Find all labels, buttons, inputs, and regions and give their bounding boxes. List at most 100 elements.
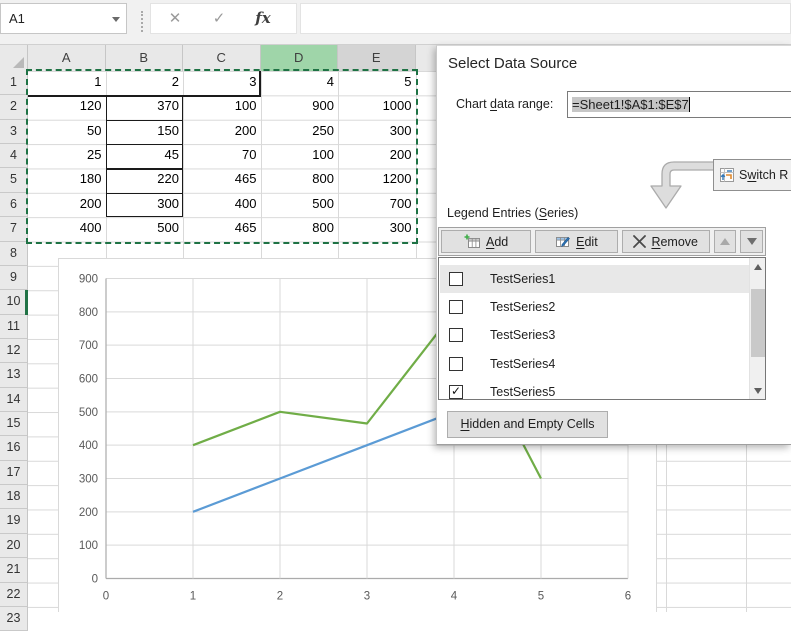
- series-checkbox-TestSeries3[interactable]: [449, 328, 463, 342]
- series-checkbox-TestSeries2[interactable]: [449, 300, 463, 314]
- series-checkbox-TestSeries4[interactable]: [449, 357, 463, 371]
- svg-text:3: 3: [364, 591, 370, 603]
- series-listbox: TestSeries1TestSeries2TestSeries3 TestSer…: [438, 257, 766, 400]
- hidden-and-empty-cells-button[interactable]: Hidden and Empty Cells: [447, 411, 608, 438]
- cell-E6[interactable]: 700: [338, 193, 416, 217]
- edit-series-button[interactable]: Edit: [535, 230, 617, 253]
- row-header-6[interactable]: 6: [0, 193, 28, 217]
- row-header-5[interactable]: 5: [0, 168, 28, 192]
- svg-text:6: 6: [625, 591, 631, 603]
- series-list-item-TestSeries3[interactable]: TestSeries3: [440, 321, 750, 349]
- row-header-7[interactable]: 7: [0, 217, 28, 241]
- cell-C4[interactable]: 70: [183, 144, 261, 168]
- name-box[interactable]: A1: [0, 3, 127, 34]
- row-header-8[interactable]: 8: [0, 242, 28, 266]
- column-header-E[interactable]: E: [338, 45, 416, 71]
- cell-A4[interactable]: 25: [28, 144, 106, 168]
- column-header-C[interactable]: C: [183, 45, 261, 71]
- cell-C7[interactable]: 465: [183, 217, 261, 241]
- cell-A7[interactable]: 400: [28, 217, 106, 241]
- row-header-17[interactable]: 17: [0, 461, 28, 485]
- row-header-22[interactable]: 22: [0, 583, 28, 607]
- up-arrow-icon: [720, 238, 730, 245]
- remove-x-icon: [633, 235, 646, 248]
- switch-row-column-button[interactable]: Switch R: [713, 159, 791, 191]
- cell-A5[interactable]: 180: [28, 168, 106, 192]
- cell-E3[interactable]: 300: [338, 120, 416, 144]
- cell-A1[interactable]: 1: [28, 71, 106, 95]
- scroll-down-icon: [754, 388, 762, 394]
- cell-E2[interactable]: 1000: [338, 95, 416, 119]
- row-header-19[interactable]: 19: [0, 509, 28, 533]
- series-list-item-TestSeries4[interactable]: TestSeries4: [440, 350, 750, 378]
- cell-E7[interactable]: 300: [338, 217, 416, 241]
- row-header-13[interactable]: 13: [0, 363, 28, 387]
- svg-text:800: 800: [79, 307, 98, 319]
- cell-A6[interactable]: 200: [28, 193, 106, 217]
- row-header-1[interactable]: 1: [0, 71, 28, 95]
- series-checkbox-TestSeries1[interactable]: [449, 272, 463, 286]
- cell-C3[interactable]: 200: [183, 120, 261, 144]
- row-header-16[interactable]: 16: [0, 436, 28, 460]
- cell-D5[interactable]: 800: [261, 168, 339, 192]
- cell-B1[interactable]: 2: [106, 71, 184, 95]
- listbox-scrollbar[interactable]: [749, 258, 765, 399]
- row-header-3[interactable]: 3: [0, 120, 28, 144]
- row-header-20[interactable]: 20: [0, 534, 28, 558]
- chart-data-range-input[interactable]: =Sheet1!$A$1:$E$7: [567, 91, 791, 118]
- add-series-button[interactable]: Add: [441, 230, 531, 253]
- scroll-up-button[interactable]: [750, 258, 766, 275]
- row-header-9[interactable]: 9: [0, 266, 28, 290]
- svg-text:1: 1: [190, 591, 196, 603]
- enter-icon[interactable]: ✓: [207, 9, 231, 27]
- remove-series-button[interactable]: Remove: [622, 230, 710, 253]
- scroll-down-button[interactable]: [750, 382, 766, 399]
- series-list-item-TestSeries2[interactable]: TestSeries2: [440, 293, 750, 321]
- cancel-icon[interactable]: ✕: [163, 9, 187, 27]
- move-series-down-button[interactable]: [740, 230, 763, 253]
- formula-buttons-panel: ✕ ✓ fx: [150, 3, 297, 34]
- cell-D3[interactable]: 250: [261, 120, 339, 144]
- row-header-18[interactable]: 18: [0, 485, 28, 509]
- cell-A3[interactable]: 50: [28, 120, 106, 144]
- cell-C1[interactable]: 3: [183, 71, 261, 95]
- scrollbar-thumb[interactable]: [751, 289, 765, 357]
- series-list-item-TestSeries5[interactable]: ✓TestSeries5: [440, 378, 750, 400]
- cell-E1[interactable]: 5: [338, 71, 416, 95]
- cell-E4[interactable]: 200: [338, 144, 416, 168]
- move-series-up-button[interactable]: [714, 230, 737, 253]
- svg-text:400: 400: [79, 440, 98, 452]
- name-box-value: A1: [9, 11, 25, 26]
- row-header-4[interactable]: 4: [0, 144, 28, 168]
- cell-C5[interactable]: 465: [183, 168, 261, 192]
- cell-D1[interactable]: 4: [261, 71, 339, 95]
- row-header-10[interactable]: 10: [0, 290, 28, 314]
- series-list-item-TestSeries1[interactable]: TestSeries1: [440, 265, 750, 293]
- svg-text:200: 200: [79, 507, 98, 519]
- column-header-A[interactable]: A: [28, 45, 106, 71]
- select-all-corner[interactable]: [0, 45, 28, 71]
- row-header-14[interactable]: 14: [0, 388, 28, 412]
- cell-D2[interactable]: 900: [261, 95, 339, 119]
- cell-B7[interactable]: 500: [106, 217, 184, 241]
- cell-D4[interactable]: 100: [261, 144, 339, 168]
- row-header-2[interactable]: 2: [0, 95, 28, 119]
- column-header-B[interactable]: B: [106, 45, 184, 71]
- cell-D6[interactable]: 500: [261, 193, 339, 217]
- row-header-23[interactable]: 23: [0, 607, 28, 631]
- cell-C6[interactable]: 400: [183, 193, 261, 217]
- name-box-dropdown-icon[interactable]: [112, 17, 120, 22]
- series-checkbox-TestSeries5[interactable]: ✓: [449, 385, 463, 399]
- row-header-12[interactable]: 12: [0, 339, 28, 363]
- insert-function-icon[interactable]: fx: [251, 9, 275, 27]
- row-header-21[interactable]: 21: [0, 558, 28, 582]
- row-header-11[interactable]: 11: [0, 315, 28, 339]
- series-label: TestSeries4: [490, 357, 555, 371]
- cell-D7[interactable]: 800: [261, 217, 339, 241]
- cell-A2[interactable]: 120: [28, 95, 106, 119]
- cell-C2[interactable]: 100: [183, 95, 261, 119]
- formula-input[interactable]: [300, 3, 791, 34]
- row-header-15[interactable]: 15: [0, 412, 28, 436]
- column-header-D[interactable]: D: [261, 45, 339, 71]
- cell-E5[interactable]: 1200: [338, 168, 416, 192]
